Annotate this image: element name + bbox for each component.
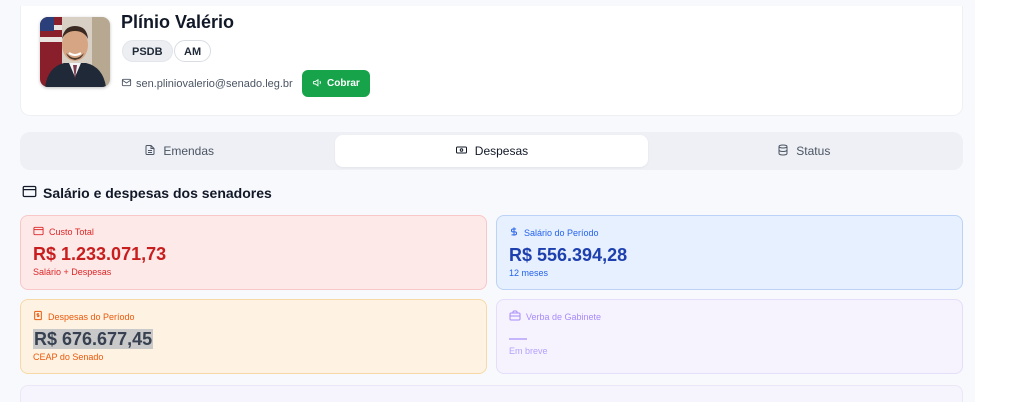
card-label: Salário do Período xyxy=(524,227,599,238)
expenses-card: Despesas do Período R$ 676.677,45 CEAP d… xyxy=(20,299,487,374)
salary-card: Salário do Período R$ 556.394,28 12 mese… xyxy=(496,215,963,290)
section-title-text: Salário e despesas dos senadores xyxy=(43,185,272,201)
document-icon xyxy=(144,144,156,159)
senator-name: Plínio Valério xyxy=(121,12,235,32)
cobrar-label: Cobrar xyxy=(327,78,360,89)
card-subtitle: CEAP do Senado xyxy=(33,352,104,362)
card-label: Verba de Gabinete xyxy=(526,311,602,322)
senator-profile-card: Plínio Valério PSDB AM sen.pliniovalerio… xyxy=(20,6,963,116)
tab-bar: Emendas Despesas Status xyxy=(20,132,963,170)
credit-card-icon xyxy=(33,226,44,238)
cobrar-button[interactable]: Cobrar xyxy=(302,70,370,97)
total-cost-value: R$ 1.233.071,73 xyxy=(33,244,167,264)
cabinet-budget-card: Verba de Gabinete Em breve xyxy=(496,299,963,374)
mail-icon xyxy=(121,77,132,91)
tab-emendas[interactable]: Emendas xyxy=(23,135,335,167)
card-subtitle: Salário + Despesas xyxy=(33,267,112,277)
senator-avatar xyxy=(40,17,110,87)
salary-value: R$ 556.394,28 xyxy=(509,245,628,265)
tab-label: Status xyxy=(796,144,831,158)
megaphone-icon xyxy=(312,77,323,91)
briefcase-icon xyxy=(509,310,521,323)
email-text[interactable]: sen.pliniovalerio@senado.leg.br xyxy=(136,78,293,90)
receipt-icon xyxy=(33,310,43,323)
card-label: Custo Total xyxy=(49,227,94,237)
card-subtitle: 12 meses xyxy=(509,268,549,278)
tab-label: Emendas xyxy=(163,144,215,158)
state-badge: AM xyxy=(174,40,212,62)
tab-status[interactable]: Status xyxy=(648,135,960,167)
party-badge: PSDB xyxy=(122,40,173,62)
card-subtitle: Em breve xyxy=(509,346,548,356)
next-card-edge xyxy=(20,385,963,402)
section-title: Salário e despesas dos senadores xyxy=(22,185,272,201)
tab-despesas[interactable]: Despesas xyxy=(335,135,648,167)
expenses-value[interactable]: R$ 676.677,45 xyxy=(33,329,154,349)
banknote-icon xyxy=(455,144,468,159)
credit-card-icon xyxy=(22,185,37,201)
empty-value-dash xyxy=(509,338,527,340)
dollar-icon xyxy=(509,226,519,239)
total-cost-card: Custo Total R$ 1.233.071,73 Salário + De… xyxy=(20,215,487,290)
email-row[interactable]: sen.pliniovalerio@senado.leg.br xyxy=(121,77,293,91)
tab-label: Despesas xyxy=(474,144,529,158)
card-label: Despesas do Período xyxy=(48,311,135,322)
database-icon xyxy=(777,144,789,159)
